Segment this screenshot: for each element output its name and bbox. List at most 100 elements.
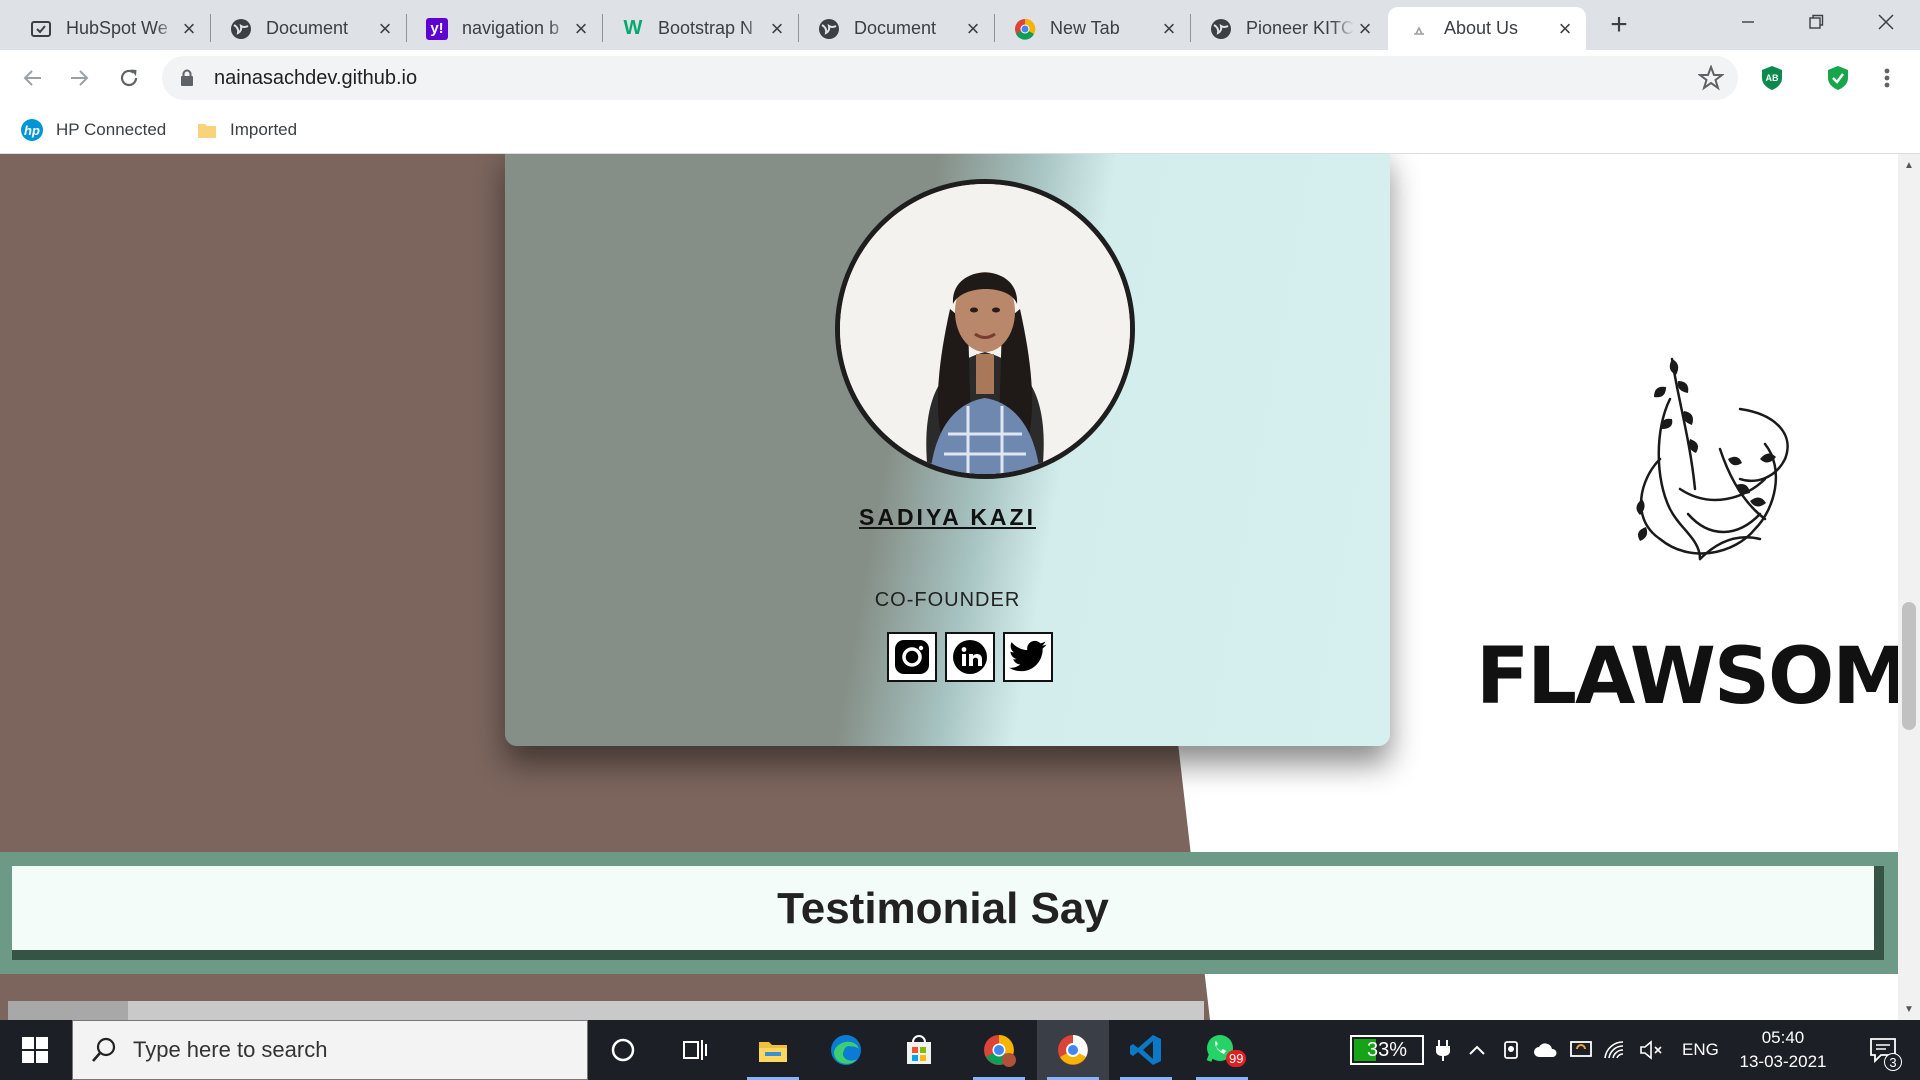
cortana-icon[interactable] [587,1020,659,1080]
language-indicator[interactable]: ENG [1682,1020,1719,1080]
tab-bootstrap[interactable]: W Bootstrap N × [602,7,798,50]
team-member-card: SADIYA KAZI CO-FOUNDER [505,154,1390,746]
clock-date: 13-03-2021 [1739,1052,1827,1071]
action-center-button[interactable]: 3 [1858,1020,1908,1080]
task-view-icon[interactable] [659,1020,731,1080]
tab-new-tab[interactable]: New Tab × [994,7,1190,50]
system-clock[interactable]: 05:40 13-03-2021 [1730,1026,1836,1074]
svg-text:hp: hp [24,123,40,138]
tab-about-us[interactable]: About Us × [1388,7,1586,50]
display-sync-icon[interactable] [1566,1020,1596,1080]
flawsome-logo-illustration [1636,357,1789,561]
bookmarks-bar: hp HP Connected Imported [0,106,1920,154]
horizontal-scrollbar[interactable] [8,1001,1204,1020]
chrome-menu-icon[interactable] [1872,63,1902,93]
tab-document-1[interactable]: Document × [210,7,406,50]
tab-close-icon[interactable]: × [766,16,788,41]
forward-button[interactable] [64,62,96,94]
brand-wordmark: FLAWSOMI [1476,632,1898,722]
browser-toolbar: nainasachdev.github.io AB [0,50,1920,106]
testimonial-heading: Testimonial Say [777,884,1109,933]
svg-text:AB: AB [1766,73,1779,83]
horizontal-scroll-thumb[interactable] [8,1001,128,1020]
whatsapp-badge: 99 [1226,1050,1247,1067]
member-role: CO-FOUNDER [874,589,1021,611]
wifi-icon[interactable] [1600,1020,1632,1080]
w3schools-icon: W [623,17,643,39]
page-viewport: SADIYA KAZI CO-FOUNDER FLAWSOMI Testimon… [0,154,1898,1020]
lock-icon[interactable] [180,69,194,92]
twitter-icon[interactable] [1003,632,1053,682]
edge-icon[interactable] [810,1020,882,1080]
search-icon [91,1037,117,1063]
chrome-icon [1014,18,1036,40]
testimonial-heading-box: Testimonial Say [12,866,1884,960]
vertical-scrollbar[interactable]: ▲ ▼ [1898,154,1920,1020]
volume-muted-icon[interactable] [1636,1020,1668,1080]
yahoo-icon: y! [426,17,448,40]
scroll-up-arrow-icon[interactable]: ▲ [1902,158,1916,172]
vertical-scroll-thumb[interactable] [1902,602,1916,730]
tab-close-icon[interactable]: × [1354,16,1376,41]
linkedin-icon[interactable] [945,632,995,682]
tab-title: Document [854,18,937,38]
tab-close-icon[interactable]: × [374,16,396,41]
shield-extension-icon[interactable] [1823,63,1853,93]
battery-indicator[interactable]: 33% [1350,1035,1424,1065]
battery-percentage: 33% [1366,1038,1408,1061]
tab-close-icon[interactable]: × [1158,16,1180,41]
tab-close-icon[interactable]: × [178,16,200,41]
new-tab-button[interactable]: + [1604,8,1634,41]
meet-now-icon[interactable] [1496,1020,1526,1080]
whatsapp-icon[interactable]: 99 [1186,1020,1258,1080]
store-icon[interactable] [883,1020,955,1080]
globe-icon [230,18,252,40]
back-button[interactable] [16,62,48,94]
taskbar-search-box[interactable]: Type here to search [72,1020,588,1080]
bookmark-label: HP Connected [56,120,167,139]
instagram-icon[interactable] [887,632,937,682]
charging-plug-icon[interactable] [1430,1020,1456,1080]
page-loading-icon [1408,18,1430,40]
tab-title: Document [266,18,349,38]
notification-count: 3 [1884,1053,1902,1071]
tab-title: navigation b [462,18,560,38]
folder-icon [196,119,218,141]
bookmark-hp-connected[interactable]: hp HP Connected [20,116,166,144]
tab-close-icon[interactable]: × [1554,16,1576,41]
tab-close-icon[interactable]: × [570,16,592,41]
testimonial-section: Testimonial Say [0,852,1898,974]
member-name[interactable]: SADIYA KAZI [505,504,1390,531]
show-hidden-icons-chevron-icon[interactable] [1462,1020,1492,1080]
adblock-extension-icon[interactable]: AB [1757,63,1787,93]
social-links [887,632,1053,682]
bookmark-label: Imported [230,120,298,139]
tab-title: About Us [1444,18,1519,38]
tab-title: HubSpot We [66,18,168,38]
vscode-icon[interactable] [1110,1020,1182,1080]
tab-document-2[interactable]: Document × [798,7,994,50]
restore-button[interactable] [1786,0,1846,44]
search-placeholder: Type here to search [133,1037,328,1062]
minimize-button[interactable] [1718,0,1778,44]
tab-title: Bootstrap N [658,18,754,38]
hubspot-icon [30,18,52,40]
tab-hubspot[interactable]: HubSpot We × [10,7,210,50]
address-bar[interactable]: nainasachdev.github.io [162,56,1738,100]
windows-taskbar: Type here to search 99 33% ENG 05:40 13-… [0,1020,1920,1080]
start-button[interactable] [0,1020,70,1080]
tab-close-icon[interactable]: × [962,16,984,41]
bookmark-star-icon[interactable] [1697,64,1725,96]
globe-icon [1210,18,1232,40]
tab-pioneer[interactable]: Pioneer KITC × [1190,7,1386,50]
file-explorer-icon[interactable] [737,1020,809,1080]
bookmark-imported[interactable]: Imported [196,116,297,144]
chrome-icon[interactable] [1037,1020,1109,1080]
reload-button[interactable] [113,62,145,94]
close-window-button[interactable] [1856,0,1916,44]
chrome-profile-icon[interactable] [963,1020,1035,1080]
tab-title: Pioneer KITC [1246,18,1354,38]
scroll-down-arrow-icon[interactable]: ▼ [1902,1002,1916,1016]
tab-navigation[interactable]: y! navigation b × [406,7,602,50]
onedrive-cloud-icon[interactable] [1530,1020,1562,1080]
